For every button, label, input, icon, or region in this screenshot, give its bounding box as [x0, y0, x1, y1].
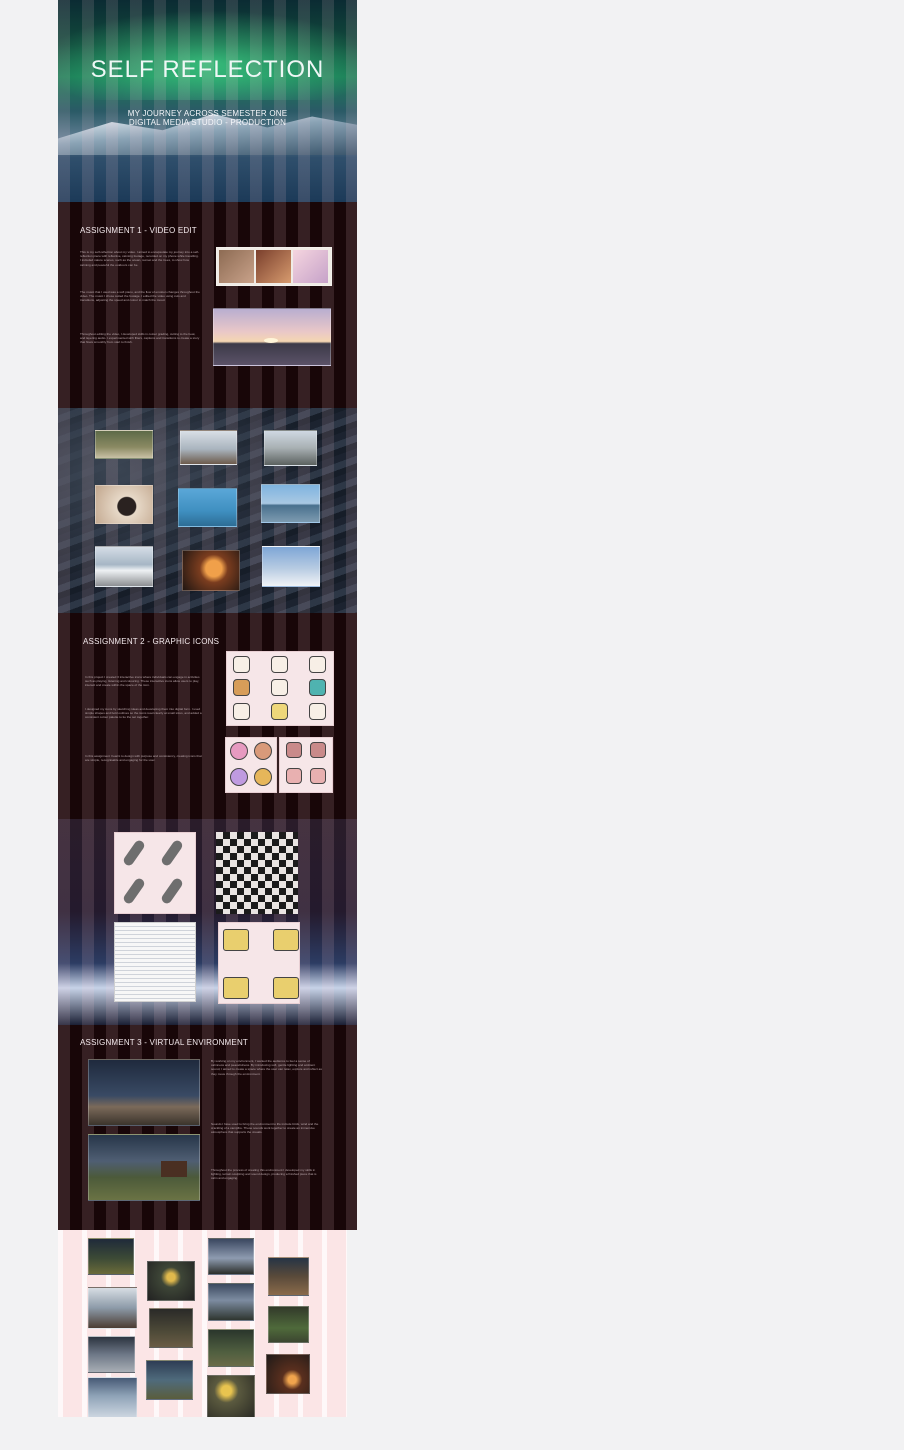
- virtual-environment-cabin-view: [88, 1134, 200, 1201]
- palette-icon: [230, 768, 248, 786]
- microphone-icon: [310, 768, 326, 784]
- assignment-3-paragraph-1: By working on my environment, I wanted t…: [211, 1059, 322, 1076]
- collage-screenshot: [146, 1360, 193, 1400]
- gallery-still-street: [264, 430, 317, 466]
- collage-screenshot: [207, 1375, 255, 1417]
- gallery-still-sky: [178, 488, 237, 527]
- collage-screenshot: [208, 1238, 254, 1275]
- storyboard-frame-1: [219, 250, 254, 283]
- pattern-sketch-sheet: [216, 832, 298, 914]
- play-icon: [273, 977, 299, 999]
- lock-icon: [233, 703, 250, 720]
- microphone-icon: [309, 656, 326, 673]
- icon-sheet-grid: [226, 651, 334, 726]
- assignment-3-heading: ASSIGNMENT 3 - VIRTUAL ENVIRONMENT: [80, 1038, 249, 1047]
- hero-section: SELF REFLECTION MY JOURNEY ACROSS SEMEST…: [58, 0, 357, 202]
- assignment-2-section: ASSIGNMENT 2 - GRAPHIC ICONS In this pro…: [58, 613, 357, 819]
- gallery-still-beach: [261, 484, 320, 523]
- folder-icon: [309, 703, 326, 720]
- video-stills-gallery: [58, 408, 357, 613]
- assignment-3-section: ASSIGNMENT 3 - VIRTUAL ENVIRONMENT By wo…: [58, 1025, 357, 1230]
- palette-icon: [254, 742, 272, 760]
- gallery-still-snowfield: [262, 546, 320, 587]
- icon-development-section: [58, 819, 357, 1025]
- assignment-2-paragraph-3: In this assignment I learnt to design wi…: [85, 754, 202, 763]
- environment-screenshot-collage: [58, 1230, 347, 1417]
- collage-screenshot: [208, 1329, 254, 1367]
- palette-icon: [254, 768, 272, 786]
- column-guides: [58, 819, 357, 1025]
- assignment-1-section: ASSIGNMENT 1 - VIDEO EDIT This is my sel…: [58, 202, 357, 408]
- video-storyboard-image: [216, 247, 332, 286]
- assignment-3-paragraph-3: Throughout the process of creating this …: [211, 1168, 317, 1181]
- play-icon: [223, 929, 249, 951]
- aurora-glow: [58, 10, 357, 100]
- assignment-1-paragraph-3: Throughout editing the video, I develope…: [80, 332, 200, 345]
- microphone-sketch-sheet: [114, 832, 196, 914]
- image-icon: [271, 679, 288, 696]
- microphone-icon: [121, 838, 147, 868]
- virtual-environment-night-view: [88, 1059, 200, 1126]
- gallery-still-mountain: [95, 546, 153, 587]
- subtitle-line-2: DIGITAL MEDIA STUDIO - PRODUCTION: [128, 118, 287, 127]
- collage-screenshot: [88, 1238, 134, 1275]
- microphone-icon: [310, 742, 326, 758]
- gallery-still-trees: [95, 430, 153, 459]
- microphone-icon: [159, 838, 185, 868]
- palette-icon-variations: [225, 737, 277, 793]
- palette-icon: [230, 742, 248, 760]
- sun-glow: [264, 338, 278, 343]
- page-title: SELF REFLECTION: [90, 56, 325, 83]
- microphone-icon: [286, 742, 302, 758]
- storyboard-frame-2: [256, 250, 291, 283]
- collage-screenshot: [268, 1257, 309, 1296]
- assignment-1-paragraph-2: The music that I used was a soft piano, …: [80, 290, 200, 303]
- play-icon: [273, 929, 299, 951]
- assignment-2-paragraph-2: I designed my icons by sketching ideas a…: [85, 707, 202, 720]
- ruler-icon: [271, 656, 288, 673]
- sunset-video-frame: [213, 308, 331, 366]
- collage-screenshot: [149, 1308, 193, 1348]
- assignment-2-heading: ASSIGNMENT 2 - GRAPHIC ICONS: [83, 637, 220, 646]
- code-screenshot: [114, 922, 196, 1002]
- collage-screenshot: [268, 1306, 309, 1343]
- gallery-still-portrait: [95, 485, 153, 524]
- collage-screenshot: [88, 1287, 137, 1329]
- microphone-icon: [286, 768, 302, 784]
- collage-screenshot: [88, 1336, 135, 1373]
- clock-icon: [233, 656, 250, 673]
- gallery-still-fire: [182, 550, 240, 591]
- assignment-1-heading: ASSIGNMENT 1 - VIDEO EDIT: [80, 226, 197, 235]
- cabin-shape: [161, 1161, 187, 1177]
- collage-screenshot: [88, 1377, 137, 1417]
- microphone-icon: [121, 876, 147, 906]
- collage-screenshot: [266, 1354, 310, 1394]
- palette-icon: [233, 679, 250, 696]
- subtitle-line-1: MY JOURNEY ACROSS SEMESTER ONE: [127, 109, 288, 118]
- play-icon: [271, 703, 288, 720]
- play-icon: [223, 977, 249, 999]
- assignment-1-paragraph-1: This is my self-reflection about my vide…: [80, 250, 199, 267]
- storyboard-frame-3: [293, 250, 328, 283]
- gallery-still-snow: [180, 430, 237, 465]
- play-button-icon-sheet: [218, 922, 300, 1004]
- collage-screenshot: [147, 1261, 195, 1301]
- assignment-2-paragraph-1: In this project I created 3 interactive …: [85, 675, 200, 688]
- bell-icon: [309, 679, 326, 696]
- collage-screenshot: [208, 1283, 254, 1321]
- assignment-3-paragraph-2: Sounds I have used to bring the environm…: [211, 1122, 319, 1135]
- microphone-icon: [159, 876, 185, 906]
- microphone-icon-variations: [279, 737, 333, 793]
